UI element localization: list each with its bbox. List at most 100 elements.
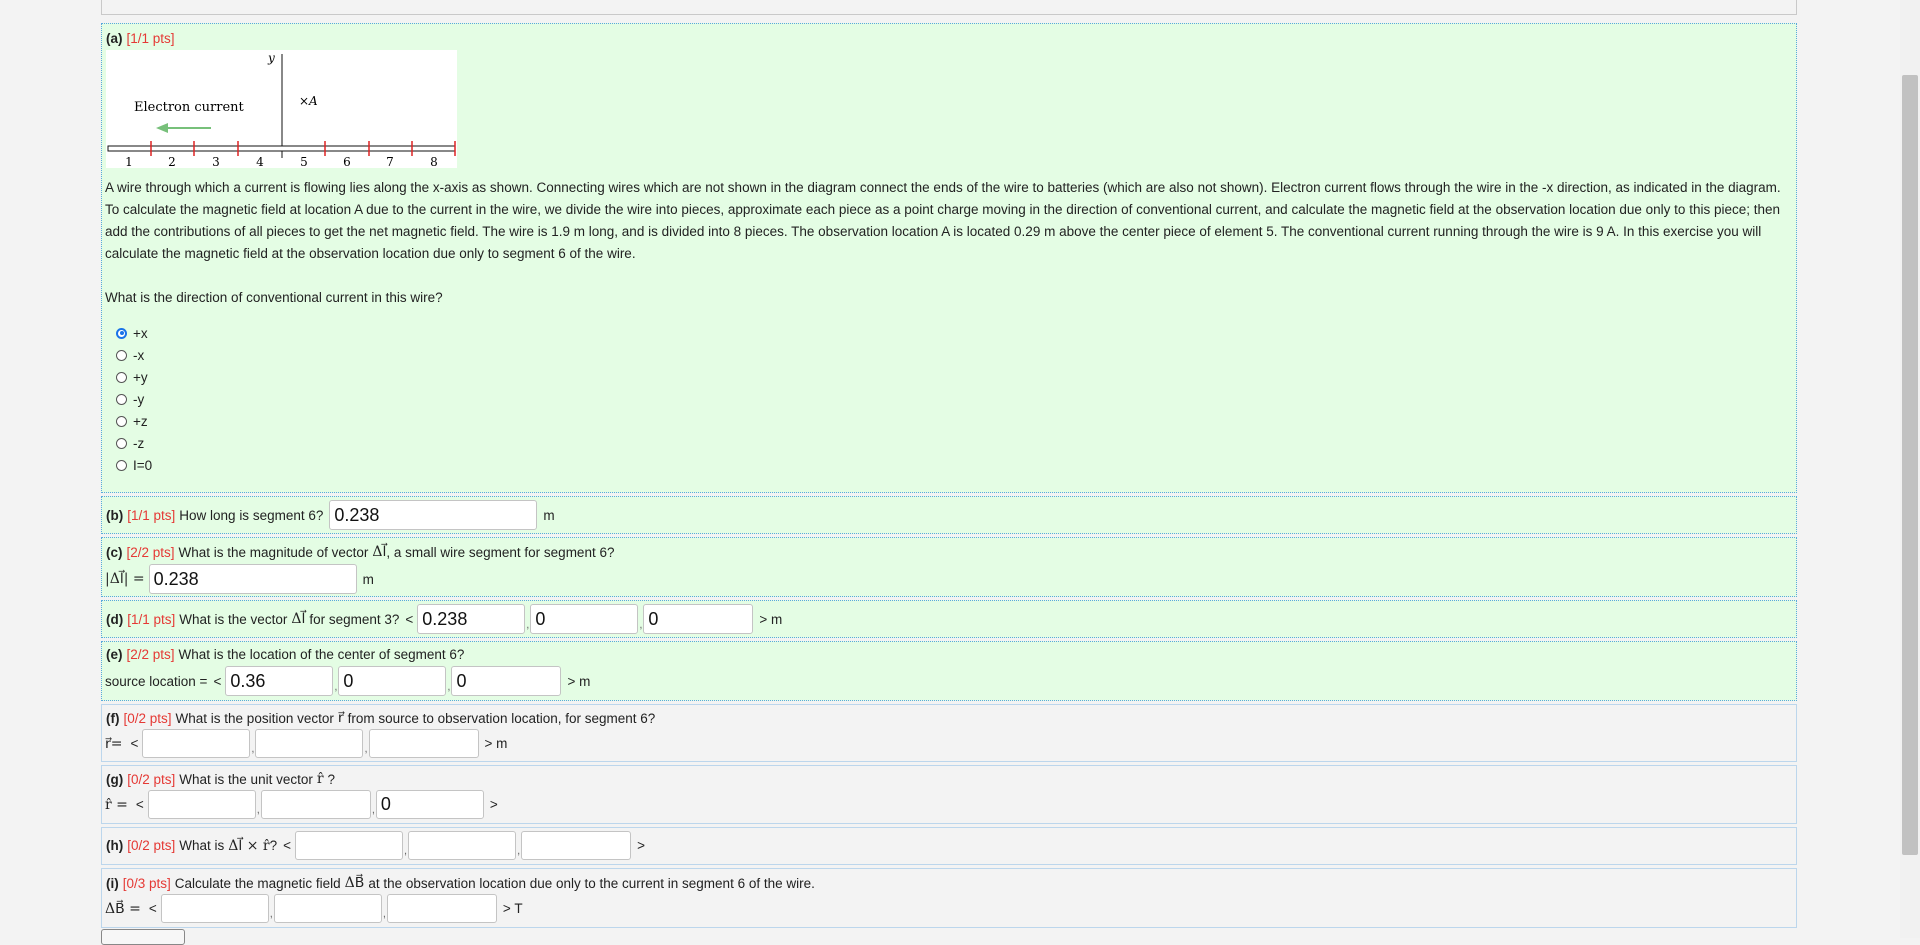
radio-minus-x[interactable]: [116, 349, 127, 361]
option-minus-x[interactable]: -x: [116, 344, 152, 366]
question-text: What is the position vector: [175, 710, 334, 726]
part-score: [0/2 pts]: [127, 771, 176, 787]
segment-number: 3: [212, 155, 220, 168]
problem-description: A wire through which a current is flowin…: [105, 180, 1781, 261]
part-score: [1/1 pts]: [127, 507, 176, 523]
option-minus-y[interactable]: -y: [116, 388, 152, 410]
part-label: (b): [106, 507, 124, 523]
r-hat-vector: r̂: [316, 771, 324, 787]
radio-plus-z[interactable]: [116, 415, 127, 427]
radio-minus-y[interactable]: [116, 393, 127, 405]
radio-minus-z[interactable]: [116, 437, 127, 449]
option-label: -x: [133, 347, 145, 363]
part-e: (e) [2/2 pts] What is the location of th…: [101, 641, 1797, 701]
cross-z-input[interactable]: [521, 831, 632, 860]
wire: [107, 145, 456, 152]
part-label: (f): [106, 710, 120, 726]
field-x-input[interactable]: [160, 894, 269, 923]
position-z-input[interactable]: [368, 729, 479, 758]
part-label: (c): [106, 544, 123, 560]
location-z-input[interactable]: [451, 666, 562, 696]
option-plus-x[interactable]: +x: [116, 322, 152, 344]
source-location-label: source location =: [105, 673, 208, 689]
part-label: (g): [106, 771, 124, 787]
segment-number: 8: [430, 155, 438, 168]
segment-length-input[interactable]: [329, 500, 538, 530]
comma: ,: [256, 804, 260, 816]
problem-container: (a) [1/1 pts] y Electron current ×A 1 2 …: [101, 23, 1797, 931]
part-score: [0/2 pts]: [127, 838, 176, 853]
option-label: -z: [133, 435, 145, 451]
close-bracket-unit: > T: [502, 901, 523, 916]
comma: ,: [251, 743, 255, 755]
radio-plus-y[interactable]: [116, 371, 127, 383]
part-label: (a): [106, 31, 123, 46]
part-score: [1/1 pts]: [126, 31, 175, 46]
delta-b-label: ΔB⃗ =: [105, 900, 141, 917]
segment-number: 2: [168, 155, 176, 168]
option-i-zero[interactable]: I=0: [116, 454, 152, 476]
direction-options: +x -x +y -y +z -z I=0: [116, 322, 152, 476]
comma: ,: [517, 845, 521, 857]
location-y-input[interactable]: [338, 666, 447, 696]
vector-y-input[interactable]: [530, 604, 639, 634]
close-bracket-unit: > m: [484, 736, 508, 751]
part-d: (d) [1/1 pts] What is the vector Δl⃗ for…: [101, 600, 1797, 638]
open-bracket: <: [405, 611, 414, 627]
part-h: (h) [0/2 pts] What is Δl⃗ × r̂ ? < , , >: [101, 827, 1797, 865]
position-y-input[interactable]: [255, 729, 364, 758]
question-text: What is the unit vector: [179, 771, 313, 787]
comma: ,: [371, 804, 375, 816]
vector-x-input[interactable]: [417, 604, 526, 634]
delta-l-vector: Δl⃗: [291, 611, 306, 627]
cross-product-expression: Δl⃗ × r̂: [228, 837, 270, 854]
field-y-input[interactable]: [273, 894, 382, 923]
question-text: What is: [179, 838, 225, 853]
delta-l-vector: Δl⃗: [372, 544, 387, 560]
radio-i-zero[interactable]: [116, 459, 127, 471]
submit-button[interactable]: [101, 929, 185, 945]
part-label: (i): [106, 875, 119, 891]
comma: ,: [639, 619, 643, 631]
part-g: (g) [0/2 pts] What is the unit vector r̂…: [101, 765, 1797, 824]
location-x-input[interactable]: [225, 666, 334, 696]
vector-z-input[interactable]: [643, 604, 754, 634]
delta-b-vector: ΔB⃗: [344, 875, 365, 891]
comma: ,: [526, 619, 530, 631]
option-label: -y: [133, 391, 145, 407]
cross-y-input[interactable]: [408, 831, 517, 860]
radio-plus-x[interactable]: [116, 327, 127, 339]
question-text: What is the location of the center of se…: [178, 647, 465, 662]
unit-vector-y-input[interactable]: [260, 790, 371, 819]
r-vector-label: r⃗=: [105, 735, 123, 752]
unit-vector-x-input[interactable]: [147, 790, 256, 819]
comma: ,: [364, 743, 368, 755]
question-text: for segment 3?: [309, 611, 400, 627]
previous-section: [101, 0, 1797, 15]
option-label: +y: [133, 369, 148, 385]
part-c: (c) [2/2 pts] What is the magnitude of v…: [101, 537, 1797, 597]
segment-number: 7: [386, 155, 394, 168]
option-minus-z[interactable]: -z: [116, 432, 152, 454]
unit-vector-z-input[interactable]: [375, 790, 484, 819]
open-bracket: <: [148, 901, 157, 916]
comma: ,: [382, 908, 386, 920]
scrollbar-thumb[interactable]: [1902, 75, 1918, 855]
comma: ,: [334, 681, 338, 693]
option-plus-y[interactable]: +y: [116, 366, 152, 388]
question-text: ?: [269, 838, 278, 853]
segment-number: 5: [300, 155, 308, 168]
part-i: (i) [0/3 pts] Calculate the magnetic fie…: [101, 868, 1797, 928]
field-z-input[interactable]: [386, 894, 497, 923]
part-score: [1/1 pts]: [127, 611, 176, 627]
magnitude-input[interactable]: [148, 564, 357, 594]
question-text: How long is segment 6?: [179, 507, 324, 523]
position-x-input[interactable]: [142, 729, 251, 758]
open-bracket: <: [130, 736, 139, 751]
open-bracket: <: [213, 673, 222, 689]
open-bracket: <: [135, 797, 144, 812]
cross-x-input[interactable]: [295, 831, 404, 860]
close-bracket-unit: > m: [567, 673, 591, 689]
option-plus-z[interactable]: +z: [116, 410, 152, 432]
scrollbar[interactable]: [1900, 0, 1920, 938]
